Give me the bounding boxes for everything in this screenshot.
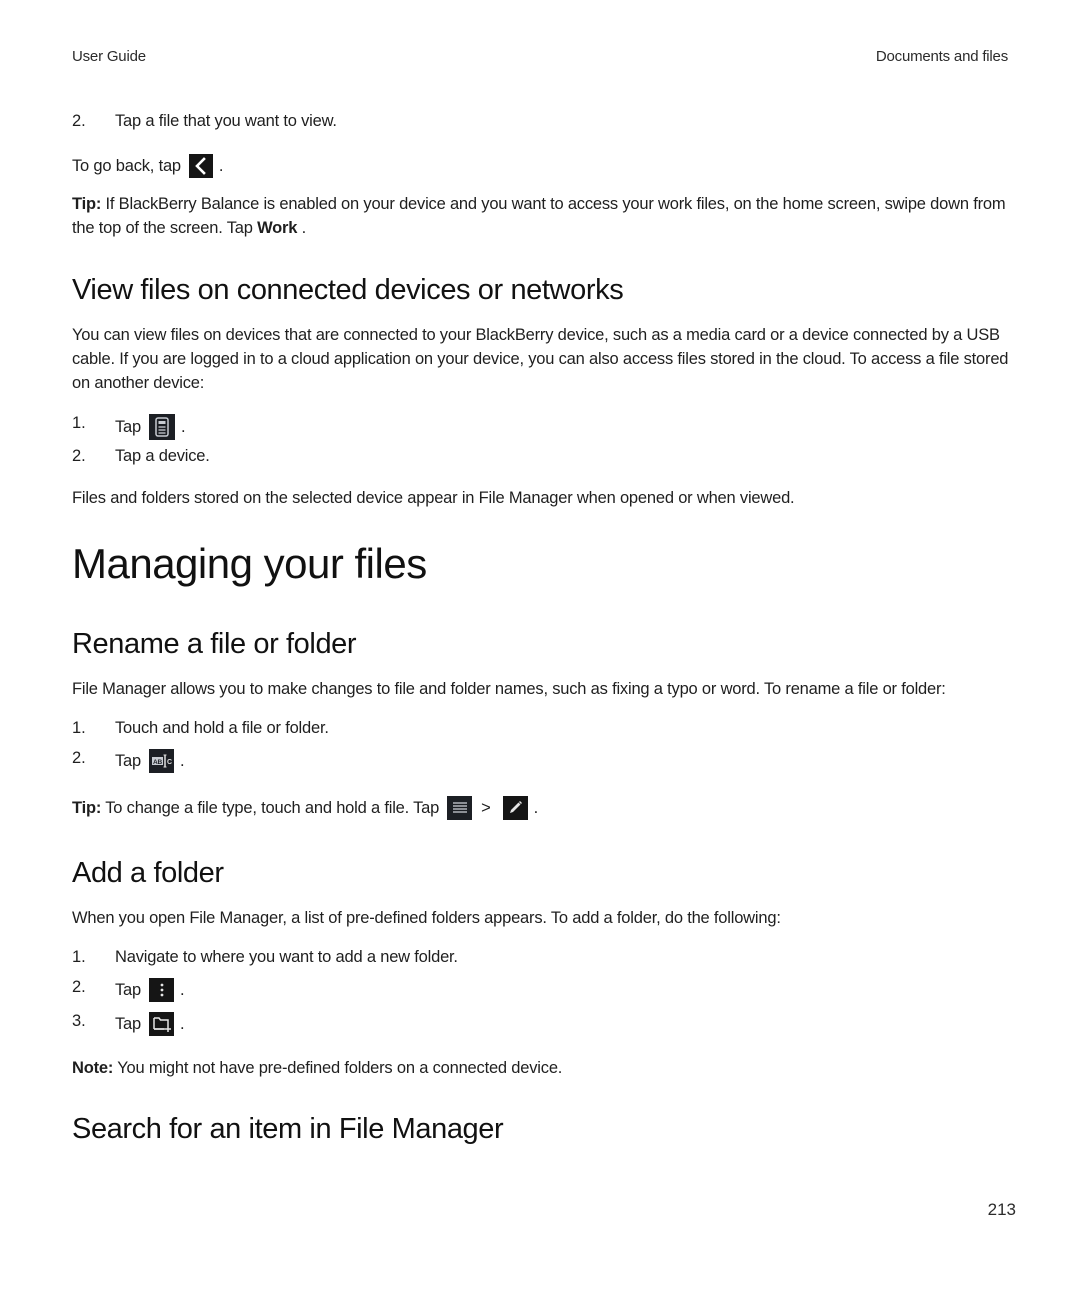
period: . — [180, 751, 185, 770]
period: . — [180, 980, 185, 999]
tip-end: . — [297, 219, 307, 237]
section-title-search: Search for an item in File Manager — [72, 1113, 504, 1145]
svg-text:AB: AB — [153, 759, 162, 766]
device-icon — [149, 414, 176, 440]
step-number: 2. — [72, 749, 86, 767]
new-folder-icon — [149, 1012, 175, 1036]
running-header-guide-title: User Guide — [72, 48, 146, 65]
chapter-title: Managing your files — [72, 540, 427, 587]
tap-label: Tap — [115, 980, 142, 999]
step-number: 2. — [72, 978, 86, 996]
add-folder-paragraph: When you open File Manager, a list of pr… — [72, 909, 781, 927]
pencil-edit-icon — [502, 796, 528, 820]
tap-label: Tap — [115, 751, 142, 770]
tap-label: Tap — [115, 417, 142, 436]
tip-label: Tip: — [72, 799, 102, 817]
tap-label: Tap — [115, 1014, 142, 1033]
rename-paragraph: File Manager allows you to make changes … — [72, 680, 946, 698]
note-predefined-folders: Note: You might not have pre-defined fol… — [72, 1056, 1012, 1080]
section-title-view-files: View files on connected devices or netwo… — [72, 274, 624, 306]
tip-text: To change a file type, touch and hold a … — [101, 799, 440, 817]
page-number: 213 — [987, 1200, 1016, 1219]
work-label: Work — [257, 219, 298, 237]
step-text: Tap a file that you want to view. — [115, 112, 337, 130]
go-back-instruction: To go back, tap . — [72, 154, 224, 178]
go-back-text: To go back, tap — [72, 157, 181, 175]
note-label: Note: — [72, 1059, 114, 1077]
step-number: 2. — [72, 112, 86, 130]
step-number: 1. — [72, 414, 86, 432]
separator: > — [481, 799, 491, 817]
view-files-paragraph: You can view files on devices that are c… — [72, 326, 1009, 392]
note-text: You might not have pre-defined folders o… — [113, 1059, 563, 1077]
step-text: Tap . — [115, 978, 185, 1002]
step-number: 1. — [72, 948, 86, 966]
step-text: Tap . — [115, 414, 186, 440]
view-files-footer: Files and folders stored on the selected… — [72, 489, 795, 507]
step-text: Tap . — [115, 1012, 185, 1036]
step-text: Tap AB C . — [115, 749, 185, 773]
step-number: 1. — [72, 719, 86, 737]
step-text: Touch and hold a file or folder. — [115, 719, 329, 737]
step-number: 2. — [72, 447, 86, 465]
running-header-section-title: Documents and files — [875, 48, 1008, 65]
period: . — [180, 1014, 185, 1033]
step-text: Tap a device. — [115, 447, 210, 465]
period: . — [218, 157, 224, 175]
back-chevron-icon — [188, 154, 213, 178]
step-text: Navigate to where you want to add a new … — [115, 948, 458, 966]
period: . — [533, 799, 539, 817]
section-title-rename: Rename a file or folder — [72, 628, 357, 660]
menu-icon — [447, 796, 473, 820]
section-title-add-folder: Add a folder — [72, 857, 224, 889]
svg-text:C: C — [167, 759, 172, 766]
tip-change-file-type: Tip: To change a file type, touch and ho… — [72, 796, 538, 820]
step-number: 3. — [72, 1012, 86, 1030]
rename-icon: AB C — [149, 749, 175, 773]
tip-label: Tip: — [72, 195, 102, 213]
overflow-menu-icon — [149, 978, 175, 1002]
tip-text: If BlackBerry Balance is enabled on your… — [72, 195, 1006, 237]
tip-balance: Tip: If BlackBerry Balance is enabled on… — [72, 192, 1012, 240]
period: . — [181, 417, 186, 436]
